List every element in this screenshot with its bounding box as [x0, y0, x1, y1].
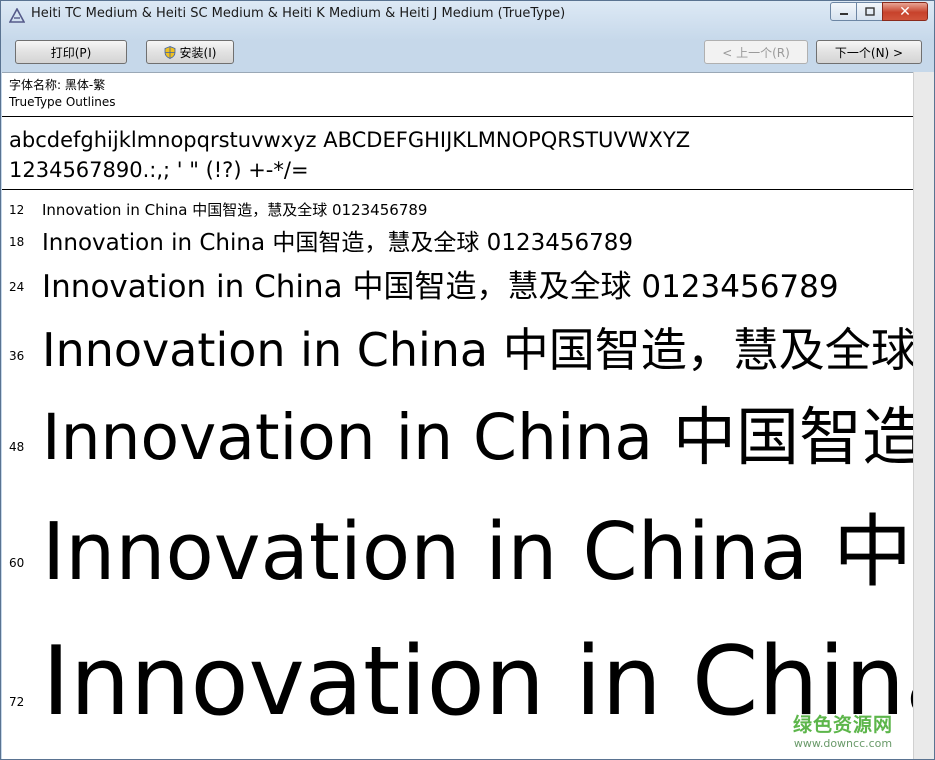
- install-button[interactable]: 安装(I): [146, 40, 234, 64]
- toolbar: 打印(P) 安装(I) < 上一个(R) 下一个(N) >: [8, 35, 927, 73]
- minimize-button[interactable]: [830, 2, 857, 21]
- sample-text: Innovation in China 中国智造，慧及全球 0123456789: [42, 627, 913, 737]
- next-button-label: 下一个(N) >: [834, 45, 904, 60]
- install-button-label: 安装(I): [179, 45, 217, 60]
- size-label: 72: [9, 695, 25, 709]
- font-preview-area[interactable]: 字体名称: 黑体-繁 TrueType Outlines abcdefghijk…: [2, 72, 913, 759]
- divider: [2, 189, 913, 190]
- window-controls: ✕: [830, 2, 928, 21]
- maximize-button[interactable]: [856, 2, 883, 21]
- previous-button-label: < 上一个(R): [722, 45, 790, 60]
- previous-button[interactable]: < 上一个(R): [704, 40, 808, 64]
- title-bar[interactable]: Heiti TC Medium & Heiti SC Medium & Heit…: [1, 1, 934, 31]
- print-button[interactable]: 打印(P): [15, 40, 127, 64]
- next-button[interactable]: 下一个(N) >: [816, 40, 922, 64]
- size-label: 36: [9, 349, 25, 363]
- close-button[interactable]: ✕: [882, 2, 928, 21]
- font-viewer-icon: [8, 7, 26, 25]
- sample-text: Innovation in China 中国智造，慧及全球 0123456789: [42, 269, 839, 305]
- watermark-logo: 绿色资源网 www.downcc.com: [793, 710, 893, 750]
- size-label: 12: [9, 203, 25, 217]
- sample-text: Innovation in China 中国智造，慧及全球 0123456789: [42, 230, 634, 256]
- size-label: 24: [9, 280, 25, 294]
- vertical-scrollbar[interactable]: [913, 72, 934, 759]
- font-name: 字体名称: 黑体-繁: [9, 78, 106, 92]
- sample-text: Innovation in China 中国智造，慧及全球 0123456789: [42, 323, 913, 377]
- divider: [2, 116, 913, 117]
- size-label: 48: [9, 440, 25, 454]
- print-button-label: 打印(P): [50, 45, 92, 60]
- watermark-url: www.downcc.com: [793, 737, 893, 750]
- sample-text: Innovation in China 中国智造，慧及全球 0123456789: [42, 201, 428, 219]
- watermark-title: 绿色资源网: [792, 714, 893, 736]
- size-label: 18: [9, 235, 25, 249]
- character-set-digits: 1234567890.:,; ' " (!?) +-*/=: [9, 158, 309, 182]
- font-type: TrueType Outlines: [9, 95, 116, 109]
- font-viewer-window: Heiti TC Medium & Heiti SC Medium & Heit…: [0, 0, 935, 760]
- character-set: abcdefghijklmnopqrstuvwxyz ABCDEFGHIJKLM…: [9, 125, 690, 185]
- sample-text: Innovation in China 中国智造，慧及全球 0123456789: [42, 506, 913, 598]
- minimize-icon: [839, 12, 848, 15]
- sample-text: Innovation in China 中国智造，慧及全球 0123456789: [42, 401, 913, 474]
- close-icon: ✕: [899, 3, 911, 20]
- size-label: 60: [9, 556, 25, 570]
- window-title: Heiti TC Medium & Heiti SC Medium & Heit…: [31, 6, 566, 21]
- character-set-letters: abcdefghijklmnopqrstuvwxyz ABCDEFGHIJKLM…: [9, 128, 691, 152]
- shield-icon: [164, 45, 176, 59]
- font-info: 字体名称: 黑体-繁 TrueType Outlines: [9, 77, 116, 111]
- maximize-icon: [864, 7, 875, 16]
